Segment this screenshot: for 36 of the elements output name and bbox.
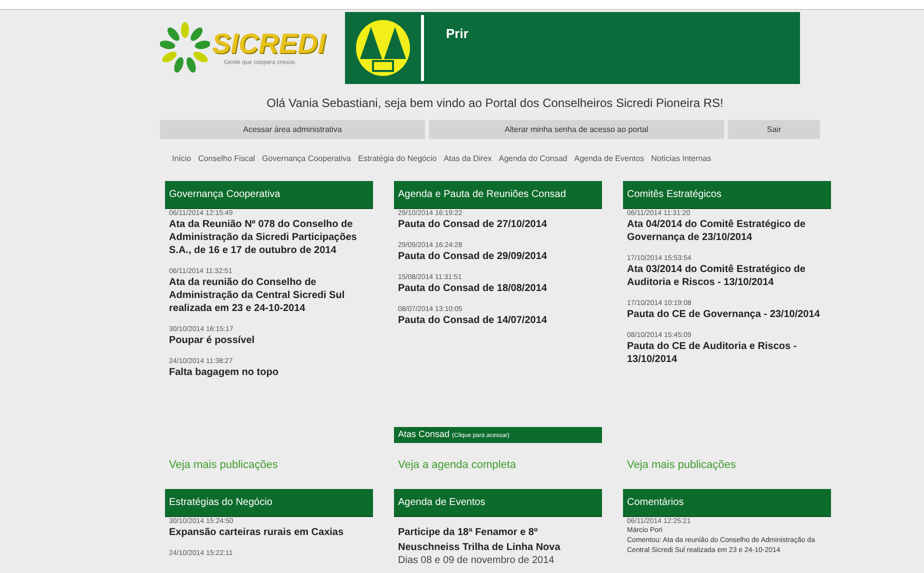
nav-link[interactable]: Conselho Fiscal [198, 153, 256, 165]
post-link[interactable]: Falta bagagem no topo [169, 366, 369, 379]
post-link[interactable]: Pauta do Consad de 14/07/2014 [398, 314, 598, 327]
nav-link[interactable]: Atas da Direx [444, 153, 492, 165]
action-button[interactable]: Sair [728, 120, 820, 139]
panel-header: Agenda e Pauta de Reuniões Consad [394, 181, 602, 208]
panel-header: Estratégias do Negócio [165, 489, 373, 516]
post-link[interactable]: Poupar é possível [169, 334, 369, 347]
nav-link[interactable]: Estratégia do Negócio [358, 153, 437, 165]
nav-link[interactable]: Notícias Internas [651, 153, 712, 165]
nav-link[interactable]: Início [172, 153, 192, 165]
panel-header: Comitês Estratégicos [623, 181, 831, 208]
panel-header: Agenda de Eventos [394, 489, 602, 516]
banner-title: Prir [446, 25, 468, 43]
event-dates: Dias 08 e 09 de novembro de 2014 [398, 555, 556, 567]
nav-link[interactable]: Agenda do Consad [498, 153, 568, 165]
post-link[interactable]: Ata da reunião do Conselho de Administração da Central Sicredi Sul realizada em 23 e 24-10-2014 [169, 276, 369, 315]
post-link[interactable]: Ata 03/2014 do Comitê Estratégico de Auditoria e Riscos - 13/10/2014 [627, 263, 827, 289]
panel-header: Comentários [623, 489, 831, 516]
action-button[interactable]: Acessar área administrativa [160, 120, 425, 139]
post-link[interactable]: Pauta do Consad de 18/08/2014 [398, 282, 598, 295]
post-link[interactable]: Ata 04/2014 do Comitê Estratégico de Governança de 23/10/2014 [627, 218, 827, 244]
welcome-message: Olá Vania Sebastiani, seja bem vindo ao Portal dos Conselheiros Sicredi Pioneira RS! [266, 95, 724, 112]
post-link[interactable]: Pauta do CE de Governança - 23/10/2014 [627, 308, 827, 321]
event-link[interactable]: Participe da 18ª Fenamor e 8º Neuschneiss Trilha de Linha Nova [398, 525, 598, 555]
trees-logo-icon [355, 19, 411, 77]
panel-header: Governança Cooperativa [165, 181, 373, 208]
post-link[interactable]: Pauta do CE de Auditoria e Riscos - 13/10/2014 [627, 340, 827, 366]
post-link[interactable]: Pauta do Consad de 29/09/2014 [398, 250, 598, 263]
post-link[interactable]: Expansão carteiras rurais em Caxias [169, 526, 369, 539]
brand-name: SICREDI [212, 28, 326, 58]
nav-link[interactable]: Governança Cooperativa [262, 153, 351, 165]
action-button[interactable]: Alterar minha senha de acesso ao portal [429, 120, 724, 139]
post-link[interactable]: Pauta do Consad de 27/10/2014 [398, 218, 598, 231]
post-link[interactable]: Ata da Reunião Nº 078 do Conselho de Administração da Sicredi Participações S.A., de 16 e 17 de outubro de 2014 [169, 218, 369, 257]
nav-link[interactable]: Agenda de Eventos [574, 153, 644, 165]
